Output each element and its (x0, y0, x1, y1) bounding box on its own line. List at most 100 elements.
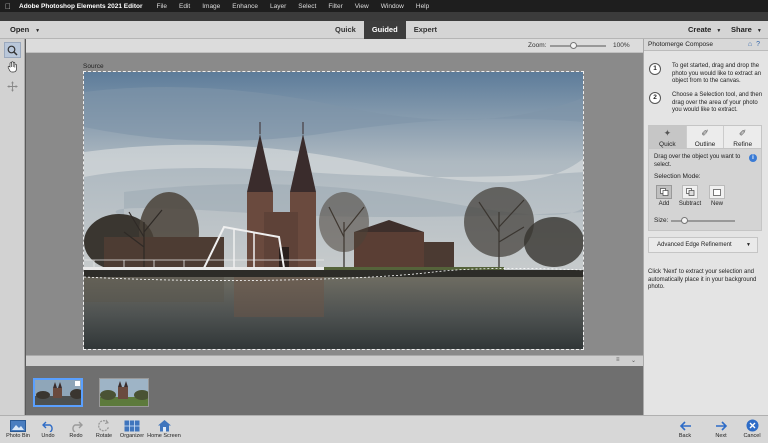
mode-bar: Open ▼ Quick Guided Expert Create ▼ Share ▼ (0, 21, 768, 39)
tool-hint: Drag over the object you want to select. (654, 154, 741, 168)
organizer-icon (118, 418, 146, 433)
quick-selection-icon: ✦ (663, 128, 672, 138)
move-icon (7, 81, 18, 91)
selection-tool-modes: ✦ Quick ✐ Outline ✐ Refine (648, 125, 762, 149)
source-photo (84, 72, 583, 349)
zoom-label: Zoom: (528, 42, 547, 49)
tab-quick[interactable]: Quick (327, 21, 364, 39)
share-button[interactable]: Share ▼ (731, 25, 762, 34)
app-name-menu[interactable]: Adobe Photoshop Elements 2021 Editor (19, 3, 143, 10)
new-mode-button[interactable]: New (705, 185, 729, 207)
help-icon[interactable]: ? (756, 41, 764, 48)
open-button[interactable]: Open ▼ (10, 25, 40, 34)
step-text: Choose a Selection tool, and then drag o… (672, 92, 763, 113)
advanced-edge-label: Advanced Edge Refinement (657, 242, 732, 248)
zoom-bar: Zoom: 100% (26, 39, 643, 53)
mode-label: Quick (659, 141, 676, 148)
chevron-down-icon: ▼ (756, 28, 762, 34)
share-label: Share (731, 25, 752, 34)
chevron-down-icon: ▼ (746, 242, 751, 248)
back-button[interactable]: Back (676, 418, 694, 439)
menu-edit[interactable]: Edit (179, 3, 190, 10)
home-screen-button[interactable]: Home Screen (146, 418, 182, 439)
apple-icon[interactable]:  (5, 2, 19, 11)
zoom-value: 100% (613, 42, 630, 49)
bin-toolbar: ≡ ⌄ (26, 355, 643, 366)
info-icon[interactable]: i (749, 154, 757, 162)
zoom-slider-track[interactable] (550, 45, 606, 47)
panel-title: Photomerge Compose (648, 41, 714, 48)
refine-brush-icon: ✐ (738, 128, 747, 138)
home-icon[interactable]: ⌂ (748, 41, 756, 48)
size-label: Size: (654, 217, 669, 224)
chevron-down-icon: ▼ (35, 28, 41, 34)
toolbox (0, 39, 25, 415)
zoom-tool-button[interactable] (4, 42, 21, 58)
open-label: Open (10, 25, 30, 34)
mode-outline[interactable]: ✐ Outline (686, 126, 725, 148)
selection-mode-label: Selection Mode: (654, 173, 701, 180)
menu-select[interactable]: Select (298, 3, 316, 10)
next-arrow-icon (712, 418, 730, 433)
undo-label: Undo (41, 433, 55, 439)
photo-bin-icon (4, 418, 32, 433)
source-photo-canvas[interactable] (83, 71, 584, 350)
zoom-slider-handle[interactable] (570, 42, 577, 49)
taskbar: Photo Bin Undo Redo Rotate Organizer Hom… (0, 415, 768, 443)
redo-label: Redo (69, 433, 83, 439)
create-button[interactable]: Create ▼ (688, 25, 721, 34)
undo-icon (38, 418, 58, 433)
advanced-edge-refinement-button[interactable]: Advanced Edge Refinement ▼ (648, 237, 758, 253)
cancel-label: Cancel (743, 433, 761, 439)
menu-file[interactable]: File (157, 3, 167, 10)
source-label: Source (83, 63, 104, 70)
rotate-button[interactable]: Rotate (93, 418, 115, 439)
mode-label: Outline (694, 141, 716, 148)
menu-filter[interactable]: Filter (328, 3, 342, 10)
add-selection-icon (656, 185, 672, 199)
step-number: 1 (649, 63, 661, 75)
menu-enhance[interactable]: Enhance (232, 3, 258, 10)
redo-icon (66, 418, 86, 433)
subtract-mode-button[interactable]: Subtract (678, 185, 702, 207)
move-tool-button[interactable] (4, 78, 21, 94)
photo-thumbnail[interactable] (33, 378, 83, 407)
menu-image[interactable]: Image (202, 3, 220, 10)
redo-button[interactable]: Redo (66, 418, 86, 439)
mode-quick[interactable]: ✦ Quick (649, 126, 687, 148)
cancel-button[interactable]: Cancel (741, 418, 763, 439)
outline-brush-icon: ✐ (701, 128, 709, 138)
bin-options-icon[interactable]: ≡ (616, 357, 620, 363)
chevron-down-icon: ▼ (716, 28, 722, 34)
menu-view[interactable]: View (355, 3, 369, 10)
cancel-icon (741, 418, 763, 433)
tab-expert[interactable]: Expert (406, 21, 445, 39)
next-button[interactable]: Next (712, 418, 730, 439)
add-mode-button[interactable]: Add (652, 185, 676, 207)
menu-help[interactable]: Help (416, 3, 429, 10)
new-selection-icon (709, 185, 725, 199)
chevron-down-icon[interactable]: ⌄ (631, 357, 636, 364)
zoom-icon (7, 45, 18, 56)
back-label: Back (678, 433, 692, 439)
rotate-icon (93, 418, 115, 433)
tool-options: Drag over the object you want to select.… (648, 149, 762, 231)
photo-bin-button[interactable]: Photo Bin (4, 418, 32, 439)
add-mode-label: Add (658, 201, 670, 207)
menu-window[interactable]: Window (381, 3, 404, 10)
size-slider-handle[interactable] (681, 217, 688, 224)
menu-layer[interactable]: Layer (270, 3, 286, 10)
photo-thumbnail[interactable] (99, 378, 149, 407)
organizer-button[interactable]: Organizer (118, 418, 146, 439)
thumbnail-badge (75, 381, 80, 386)
photo-bin (26, 366, 643, 415)
menu-bar:  Adobe Photoshop Elements 2021 Editor F… (0, 0, 768, 12)
tab-guided[interactable]: Guided (363, 21, 406, 39)
step-text: To get started, drag and drop the photo … (672, 63, 762, 84)
panel-header: Photomerge Compose ⌂? (644, 39, 768, 51)
hand-tool-button[interactable] (4, 59, 21, 75)
undo-button[interactable]: Undo (38, 418, 58, 439)
rotate-label: Rotate (95, 433, 113, 439)
back-arrow-icon (676, 418, 694, 433)
mode-refine[interactable]: ✐ Refine (724, 126, 762, 148)
